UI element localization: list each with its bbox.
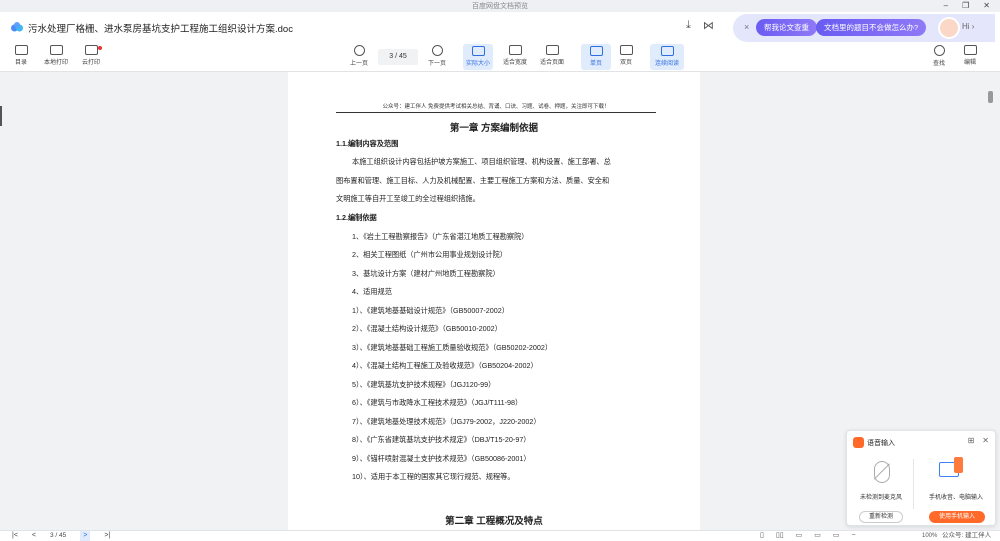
cloud-print-button[interactable]: 云打印 bbox=[76, 44, 106, 66]
prev-page-button[interactable]: 上一页 bbox=[344, 44, 374, 67]
list-item: 2、相关工程图纸（广州市公用事业规划设计院） bbox=[352, 250, 507, 259]
toc-button[interactable]: 目录 bbox=[6, 44, 36, 66]
scrollbar-thumb[interactable] bbox=[988, 91, 993, 103]
first-page-icon[interactable]: |< bbox=[12, 531, 18, 541]
cloud-logo-icon bbox=[11, 22, 23, 32]
voice-tools: ⊞ ✕ bbox=[968, 436, 989, 445]
phone-input-label: 手机收音、电脑输入 bbox=[928, 495, 983, 501]
ai-greeting[interactable]: Hi › bbox=[962, 22, 974, 31]
status-view-controls: ▯ ▯▯ ▭ ▭ ▭ − bbox=[760, 531, 856, 541]
fit-page-icon bbox=[545, 45, 559, 55]
voice-app-icon bbox=[853, 437, 864, 448]
status-page-indicator: 3 / 45 bbox=[50, 532, 67, 539]
continuous-read-button[interactable]: 连续阅读 bbox=[650, 44, 684, 70]
width-icon[interactable]: ▭ bbox=[833, 531, 840, 541]
double-page-button[interactable]: 双页 bbox=[611, 44, 641, 66]
prev-icon-small[interactable]: < bbox=[32, 531, 36, 541]
edit-button[interactable]: 编辑 bbox=[955, 44, 985, 66]
toc-icon bbox=[14, 45, 28, 55]
pencil-icon bbox=[963, 45, 977, 55]
chapter-1-title: 第一章 方案编制依据 bbox=[449, 123, 539, 134]
viewer-toolbar: 目录 本地打印 云打印 上一页 下一页 实际大小 适合宽度 适合页面 单页 双页… bbox=[0, 42, 1000, 72]
section-1-2: 1.2.编制依据 bbox=[336, 213, 377, 222]
minimize-button[interactable]: – bbox=[944, 0, 948, 12]
list-item: 10）、适用于本工程的国家其它现行规范、规程等。 bbox=[352, 472, 515, 481]
left-edge-marker bbox=[0, 106, 2, 126]
fit-icon[interactable]: ▭ bbox=[796, 531, 803, 541]
next-page-button[interactable]: 下一页 bbox=[422, 44, 452, 67]
ai-avatar[interactable] bbox=[938, 17, 960, 39]
list-item: 5）、《建筑基坑支护技术规程》（JGJ120-99） bbox=[352, 380, 496, 389]
window-controls: – ❐ ✕ bbox=[944, 0, 990, 12]
actual-size-icon bbox=[471, 46, 485, 56]
continuous-icon bbox=[660, 46, 674, 56]
list-item: 3、基坑设计方案（建材广州地质工程勘察院） bbox=[352, 269, 500, 278]
local-print-button[interactable]: 本地打印 bbox=[41, 44, 71, 66]
list-item: 3）、《建筑地基基础工程施工质量验收规范》（GB50202-2002） bbox=[352, 343, 553, 352]
app-title: 百度网盘文档预览 bbox=[472, 3, 528, 10]
single-page-icon bbox=[589, 46, 603, 56]
grid-icon[interactable]: ⊞ bbox=[968, 436, 975, 445]
voice-divider bbox=[913, 459, 914, 509]
recheck-button[interactable]: 重新检测 bbox=[859, 511, 903, 523]
single-view-icon[interactable]: ▯ bbox=[760, 531, 764, 541]
double-view-icon[interactable]: ▯▯ bbox=[776, 531, 784, 541]
close-window-button[interactable]: ✕ bbox=[983, 0, 990, 12]
phone-icon bbox=[954, 457, 963, 473]
list-item: 4）、《混凝土结构工程施工及验收规范》（GB50204-2002） bbox=[352, 361, 538, 370]
page-indicator[interactable]: 3 / 45 bbox=[378, 49, 418, 65]
status-bar: |< < 3 / 45 > >| ▯ ▯▯ ▭ ▭ ▭ − 100% 公众号: … bbox=[0, 530, 1000, 541]
restore-button[interactable]: ❐ bbox=[962, 0, 969, 12]
zoom-level[interactable]: 100% bbox=[922, 531, 937, 541]
share-icon[interactable]: ⋈ bbox=[703, 19, 714, 32]
list-item: 8）、《广东省建筑基坑支护技术规定》（DBJ/T15-20-97） bbox=[352, 435, 531, 444]
fit-width-button[interactable]: 适合宽度 bbox=[500, 44, 530, 66]
search-icon bbox=[933, 45, 945, 56]
ai-suggestion-questions[interactable]: 文档里的题目不会做怎么办? bbox=[816, 19, 927, 36]
find-button[interactable]: 查找 bbox=[924, 44, 954, 67]
app-titlebar: 百度网盘文档预览 – ❐ ✕ bbox=[0, 0, 1000, 12]
single-page-button[interactable]: 单页 bbox=[581, 44, 611, 70]
page-header: 公众号：建工伴人 免费提供考试相关总结、背诵、口诀、习题、试卷、押题，关注即可下… bbox=[336, 102, 656, 113]
last-page-icon[interactable]: >| bbox=[104, 531, 110, 541]
actual-size-button[interactable]: 实际大小 bbox=[463, 44, 493, 70]
double-page-icon bbox=[619, 45, 633, 55]
use-phone-button[interactable]: 使用手机输入 bbox=[929, 511, 985, 523]
paragraph-line: 图布置和管理、施工目标、人力及机械配置、主要工程施工方案和方法、质量、安全和 bbox=[336, 176, 610, 185]
list-item: 1、《岩土工程勘察报告》（广东省湛江地质工程勘察院） bbox=[352, 232, 529, 241]
notification-dot bbox=[98, 46, 102, 50]
fit-width-icon bbox=[508, 45, 522, 55]
next-icon bbox=[431, 45, 443, 56]
document-actions: ⤓ ⋈ bbox=[686, 19, 714, 32]
chapter-2-title: 第二章 工程概况及特点 bbox=[445, 516, 543, 527]
paragraph-line: 文明施工等自开工至竣工的全过程组织措施。 bbox=[336, 194, 480, 203]
list-item: 7）、《建筑地基处理技术规范》（JGJ79-2002，J220-2002） bbox=[352, 417, 541, 426]
voice-input-popup: 语音输入 ⊞ ✕ 未检测到麦克风 手机收音、电脑输入 重新检测 使用手机输入 bbox=[846, 430, 996, 526]
ai-suggestion-plagiarism[interactable]: 帮我论文查重 bbox=[756, 19, 817, 36]
prev-icon bbox=[353, 45, 365, 56]
document-page: 公众号：建工伴人 免费提供考试相关总结、背诵、口诀、习题、试卷、押题，关注即可下… bbox=[288, 72, 700, 532]
watermark-text: 公众号: 建工伴人 bbox=[942, 532, 992, 539]
list-item: 9）、《锚杆喷射混凝土支护技术规范》（GB50086-2001） bbox=[352, 454, 531, 463]
voice-close-icon[interactable]: ✕ bbox=[982, 436, 989, 445]
cloud-printer-icon bbox=[84, 45, 98, 55]
zoom-out-icon[interactable]: − bbox=[851, 531, 855, 541]
download-icon[interactable]: ⤓ bbox=[686, 19, 691, 32]
fit-page-icon-small[interactable]: ▭ bbox=[814, 531, 821, 541]
voice-title: 语音输入 bbox=[867, 440, 895, 447]
no-mic-label: 未检测到麦克风 bbox=[859, 495, 902, 501]
status-page-nav: |< < 3 / 45 > >| bbox=[12, 531, 110, 541]
section-1-1: 1.1.编制内容及范围 bbox=[336, 139, 399, 148]
printer-icon bbox=[49, 45, 63, 55]
paragraph-line: 本施工组织设计内容包括护坡方案施工、项目组织管理、机构设置、施工部署、总 bbox=[352, 157, 611, 166]
fit-page-button[interactable]: 适合页面 bbox=[537, 44, 567, 66]
list-item: 2）、《混凝土结构设计规范》（GB50010-2002） bbox=[352, 324, 502, 333]
next-icon-small[interactable]: > bbox=[80, 531, 91, 541]
list-item: 1）、《建筑地基基础设计规范》（GB50007-2002） bbox=[352, 306, 509, 315]
ai-close-icon[interactable]: × bbox=[744, 22, 749, 32]
document-title: 污水处理厂格栅、进水泵房基坑支护工程施工组织设计方案.doc bbox=[28, 24, 293, 35]
list-item: 6）、《建筑与市政降水工程技术规范》（JGJ/T111-98） bbox=[352, 398, 523, 407]
list-item: 4、适用规范 bbox=[352, 287, 392, 296]
